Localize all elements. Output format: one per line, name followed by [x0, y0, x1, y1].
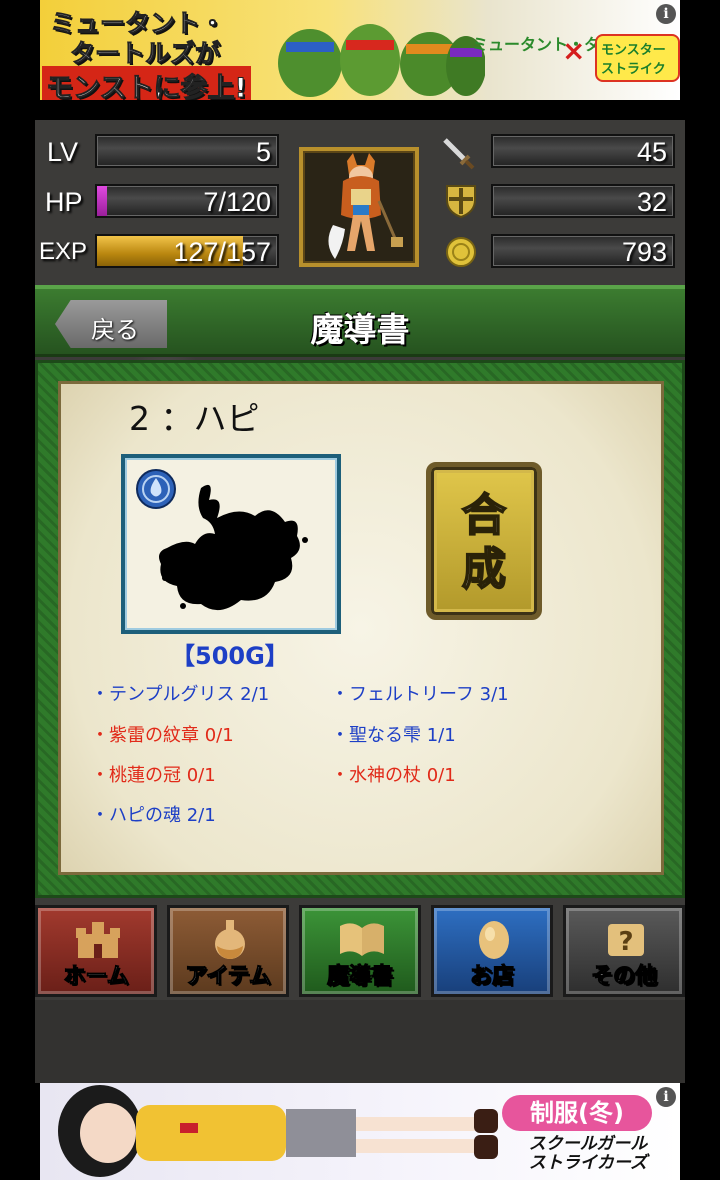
potion-icon [215, 920, 245, 959]
nav-item-label: アイテム [185, 964, 272, 990]
empty-footer-area [35, 1000, 685, 1083]
nav-grimoire-label: 魔導書 [326, 964, 393, 990]
nav-home-label: ホーム [63, 964, 129, 990]
ad-game-logo: スクールガール ストライカーズ [528, 1134, 648, 1173]
nav-shop-label: お店 [469, 964, 514, 990]
lv-label: LV [47, 137, 79, 167]
material-item: ・テンプルグリス 2/1 [91, 684, 270, 705]
monster-silhouette-box[interactable] [121, 454, 341, 634]
ad-headline-2: タートルズが [69, 39, 221, 69]
attack-bar: 45 [491, 134, 675, 168]
ad-info-icon[interactable]: i [656, 4, 676, 24]
defense-value: 32 [636, 187, 667, 217]
ad-turtles-illustration [278, 24, 485, 97]
shield-icon [446, 185, 476, 218]
lv-value: 5 [255, 137, 271, 167]
character-avatar [328, 153, 403, 259]
grimoire-panel: 2 ：ハピ 【500G】 合 成 ・テンプルグリス 2/1 ・フェルトリーフ 3… [35, 360, 685, 898]
ad-cross-mark: × [562, 34, 586, 67]
monster-silhouette [159, 484, 308, 611]
book-icon [340, 923, 384, 956]
gold-bar: 793 [491, 234, 675, 268]
fuse-label-line-1: 合 [461, 489, 507, 542]
page-title: 魔導書 [310, 310, 410, 349]
question-scroll-icon: ? [608, 924, 644, 957]
fuse-button-label: 合 成 [431, 489, 537, 597]
gold-value: 793 [621, 237, 667, 267]
nav-home-button[interactable]: ホーム [35, 905, 157, 997]
ad-info-icon[interactable]: i [656, 1087, 676, 1107]
nav-shop-button[interactable]: お店 [431, 905, 553, 997]
coin-icon [446, 237, 476, 267]
bottom-nav: ホーム アイテム 魔導書 お店 ? その他 [35, 905, 685, 997]
top-ad-banner[interactable]: ミュータント・ タートルズが モンストに参上! ミュータント・タートルズ × モ… [40, 0, 680, 100]
bottom-ad-banner[interactable]: 制服(冬) スクールガール ストライカーズ i [40, 1083, 680, 1180]
hp-value: 7/120 [203, 187, 271, 217]
nav-item-button[interactable]: アイテム [167, 905, 289, 997]
egg-icon [479, 921, 509, 959]
exp-bar: 127/157 [95, 234, 279, 268]
entry-title: 2 ：ハピ [129, 399, 260, 438]
svg-text:?: ? [618, 927, 633, 957]
ad-monst-logo: モンスターストライク [595, 34, 680, 82]
parchment-sheet: 2 ：ハピ 【500G】 合 成 ・テンプルグリス 2/1 ・フェルトリーフ 3… [58, 381, 664, 875]
material-item: ・ハピの魂 2/1 [91, 805, 216, 826]
castle-icon [76, 922, 120, 958]
material-item: ・桃蓮の冠 0/1 [91, 765, 216, 786]
nav-other-button[interactable]: ? その他 [563, 905, 685, 997]
hp-bar-fill [97, 186, 108, 216]
ad-schoolgirl-illustration [58, 1085, 498, 1177]
character-portrait[interactable] [299, 147, 419, 267]
ad-uniform-badge: 制服(冬) [502, 1095, 652, 1131]
screen-header: 戻る 魔導書 [35, 285, 685, 357]
material-item: ・聖なる雫 1/1 [331, 725, 456, 746]
exp-value: 127/157 [173, 237, 271, 267]
fuse-label-line-2: 成 [461, 543, 507, 596]
hp-label: HP [45, 187, 83, 217]
sword-icon [443, 138, 475, 170]
lv-bar: 5 [95, 134, 279, 168]
defense-bar: 32 [491, 184, 675, 218]
nav-grimoire-button[interactable]: 魔導書 [299, 905, 421, 997]
attack-value: 45 [636, 137, 667, 167]
exp-label: EXP [39, 238, 88, 265]
material-item: ・フェルトリーフ 3/1 [331, 684, 509, 705]
game-screen: LV 5 HP 7/120 EXP 127/157 45 32 793 戻る 魔… [35, 120, 685, 1000]
ad-headline-3: モンストに参上! [42, 66, 251, 100]
material-item: ・水神の杖 0/1 [331, 765, 456, 786]
fusion-price: 【500G】 [171, 642, 289, 670]
fuse-button[interactable]: 合 成 [426, 462, 542, 620]
hp-bar: 7/120 [95, 184, 279, 218]
nav-other-label: その他 [590, 964, 657, 990]
material-item: ・紫雷の紋章 0/1 [91, 725, 234, 746]
